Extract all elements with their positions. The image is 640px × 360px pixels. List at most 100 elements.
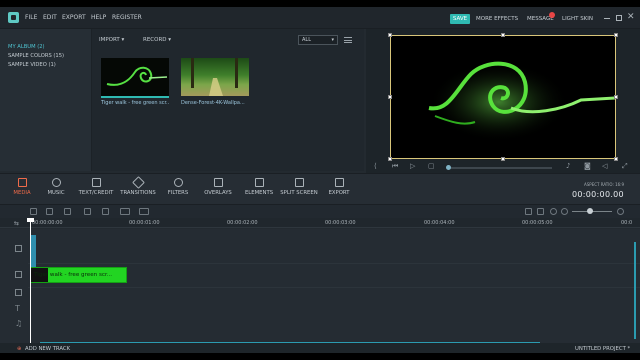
- close-icon[interactable]: ✕: [627, 12, 635, 22]
- menu-help[interactable]: HELP: [91, 14, 106, 21]
- project-name: UNTITLED PROJECT *: [575, 346, 631, 352]
- tool-export-label: EXPORT: [328, 190, 350, 196]
- timeline-clip-tiger[interactable]: Tiger walk - free green scr...: [30, 267, 127, 283]
- tool-overlays[interactable]: OVERLAYS: [202, 178, 234, 196]
- fullscreen-icon[interactable]: ⤢: [622, 162, 628, 171]
- add-new-track-button[interactable]: ADD NEW TRACK: [25, 346, 70, 352]
- tool-music-label: MUSIC: [47, 190, 65, 196]
- ruler-tick: 00:00:01:00: [129, 220, 160, 226]
- green-swirl-thumb-icon: [106, 66, 168, 86]
- resize-handle-ml[interactable]: [388, 95, 392, 99]
- menu-register[interactable]: REGISTER: [112, 14, 142, 21]
- screenshot-icon[interactable]: [139, 208, 149, 215]
- resize-handle-br[interactable]: [614, 157, 618, 161]
- menu-file[interactable]: FILE: [25, 14, 37, 21]
- voiceover-icon[interactable]: [537, 208, 544, 215]
- vertical-scrollbar[interactable]: [634, 242, 636, 339]
- track-divider: [28, 287, 640, 288]
- menu-bar: FILE EDIT EXPORT HELP REGISTER SAVE MORE…: [0, 7, 640, 29]
- tool-split-screen[interactable]: SPLIT SCREEN: [279, 178, 319, 196]
- record-dropdown[interactable]: RECORD ▾: [143, 37, 171, 43]
- preview-canvas[interactable]: [390, 35, 616, 159]
- status-bar: [0, 343, 640, 353]
- video-track-icon[interactable]: [15, 245, 22, 252]
- text-track-icon[interactable]: T: [15, 304, 20, 313]
- snap-icon[interactable]: ⇆: [14, 220, 19, 227]
- volume-icon[interactable]: ◁: [602, 162, 607, 170]
- resize-handle-tr[interactable]: [614, 33, 618, 37]
- delete-icon[interactable]: [84, 208, 91, 215]
- prev-frame-icon[interactable]: ⟨: [374, 162, 377, 170]
- album-sample-colors[interactable]: SAMPLE COLORS (15): [8, 53, 64, 59]
- folder-icon: [17, 178, 27, 187]
- app-logo-icon: [8, 12, 19, 23]
- crop-icon[interactable]: [120, 208, 130, 215]
- aspect-ratio-label: ASPECT RATIO: 16:9: [584, 182, 625, 187]
- preview-scrubber[interactable]: [448, 167, 552, 169]
- microphone-icon[interactable]: ♪: [566, 162, 570, 170]
- minimize-icon[interactable]: [604, 15, 610, 19]
- menu-export[interactable]: EXPORT: [62, 14, 86, 21]
- tool-filters[interactable]: FILTERS: [163, 178, 193, 196]
- zoom-slider-knob[interactable]: [587, 208, 593, 214]
- zoom-fit-icon[interactable]: [561, 208, 568, 215]
- tool-media-label: MEDIA: [13, 190, 31, 196]
- tool-transitions-label: TRANSITIONS: [120, 190, 156, 196]
- ruler-tick: 00:0: [621, 220, 633, 226]
- maximize-icon[interactable]: [616, 15, 622, 21]
- tool-text[interactable]: TEXT/CREDIT: [76, 178, 116, 196]
- media-thumb-tiger[interactable]: [101, 58, 169, 96]
- import-dropdown[interactable]: IMPORT ▾: [99, 37, 124, 43]
- transition-icon: [131, 176, 145, 189]
- tool-elements[interactable]: ELEMENTS: [242, 178, 276, 196]
- timeline-tracks[interactable]: [0, 229, 640, 343]
- preview-panel: ⟨ ⏮ ▷ ▢ ♪ ◙ ◁ ⤢: [366, 29, 640, 173]
- adjust-icon[interactable]: [64, 208, 71, 215]
- play-icon[interactable]: ▷: [410, 162, 415, 170]
- resize-handle-mr[interactable]: [614, 95, 618, 99]
- audio-track-icon[interactable]: ♫: [15, 319, 22, 328]
- tool-music[interactable]: MUSIC: [42, 178, 70, 196]
- resize-handle-bl[interactable]: [388, 157, 392, 161]
- media-filter-select[interactable]: ALL ▾: [298, 35, 338, 45]
- overlay-track-icon[interactable]: [15, 271, 22, 278]
- tool-overlays-label: OVERLAYS: [204, 190, 232, 196]
- image-icon: [254, 178, 264, 187]
- cut-icon[interactable]: [102, 208, 109, 215]
- timecode-display: 00:00:00.00: [572, 190, 624, 199]
- playhead[interactable]: [30, 218, 31, 344]
- camera-icon[interactable]: ◙: [584, 162, 591, 170]
- tool-export[interactable]: EXPORT: [325, 178, 353, 196]
- add-icon[interactable]: ⊕: [17, 346, 21, 352]
- zoom-in-icon[interactable]: [617, 208, 624, 215]
- save-button[interactable]: SAVE: [450, 14, 470, 24]
- more-effects-link[interactable]: MORE EFFECTS: [476, 16, 518, 22]
- album-my-album[interactable]: MY ALBUM (2): [8, 44, 45, 50]
- green-swirl-preview-icon: [428, 61, 616, 142]
- tool-media[interactable]: MEDIA: [8, 178, 36, 196]
- ruler-tick: 00:00:00:00: [32, 220, 63, 226]
- tool-transitions[interactable]: TRANSITIONS: [117, 176, 159, 196]
- redo-icon[interactable]: [46, 208, 53, 215]
- tool-text-label: TEXT/CREDIT: [78, 190, 114, 196]
- copy-track-icon[interactable]: [15, 289, 22, 296]
- tool-split-screen-label: SPLIT SCREEN: [280, 190, 318, 196]
- album-sample-video[interactable]: SAMPLE VIDEO (1): [8, 62, 56, 68]
- resize-handle-bc[interactable]: [501, 157, 505, 161]
- ruler-tick: 00:00:04:00: [424, 220, 455, 226]
- resize-handle-tl[interactable]: [388, 33, 392, 37]
- resize-handle-tc[interactable]: [501, 33, 505, 37]
- track-divider: [28, 263, 640, 264]
- stop-icon[interactable]: ▢: [428, 162, 435, 170]
- audio-mixer-icon[interactable]: [525, 208, 532, 215]
- scrubber-knob[interactable]: [446, 165, 451, 170]
- ruler-tick: 00:00:02:00: [227, 220, 258, 226]
- light-skin-link[interactable]: LIGHT SKIN: [562, 16, 593, 22]
- skip-back-icon[interactable]: ⏮: [392, 162, 398, 171]
- playhead-handle[interactable]: [27, 218, 34, 222]
- zoom-out-icon[interactable]: [550, 208, 557, 215]
- list-view-icon[interactable]: [344, 37, 352, 43]
- media-thumb-forest[interactable]: [181, 58, 249, 96]
- menu-edit[interactable]: EDIT: [43, 14, 57, 21]
- undo-icon[interactable]: [30, 208, 37, 215]
